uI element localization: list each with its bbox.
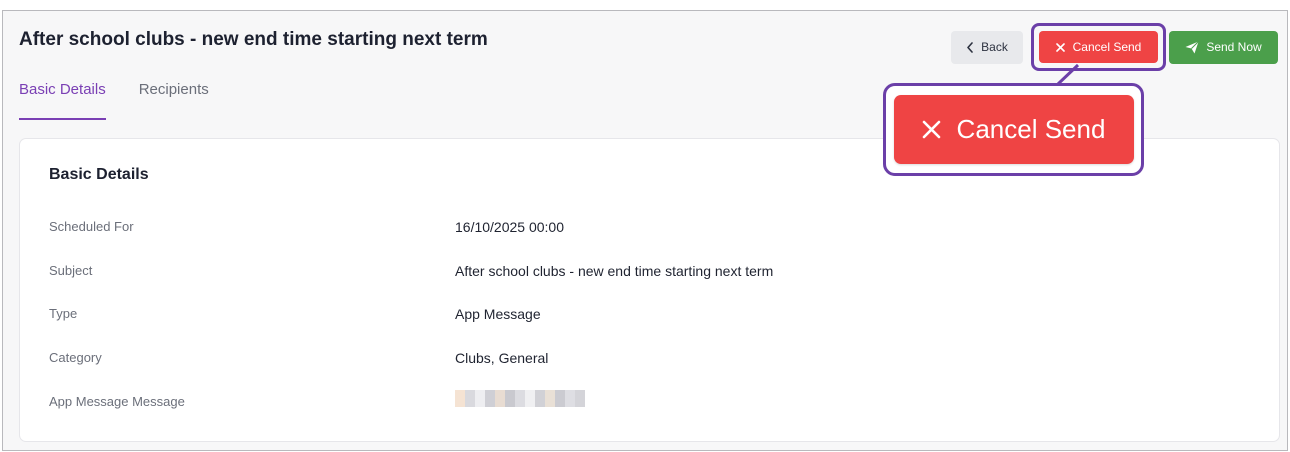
app-window: After school clubs - new end time starti… [2,10,1288,451]
close-icon [922,120,941,139]
back-button[interactable]: Back [951,30,1023,64]
detail-label: Subject [49,263,93,278]
back-button-label: Back [981,40,1008,54]
detail-value: App Message [455,306,541,322]
cancel-send-label: Cancel Send [1072,40,1142,54]
tab-basic-details[interactable]: Basic Details [19,81,106,120]
header-actions: Back Cancel Send Send Now [951,23,1278,71]
detail-value: Clubs, General [455,350,549,366]
card-title: Basic Details [49,166,149,183]
cancel-send-callout: Cancel Send [883,83,1144,176]
callout-cancel-send-button: Cancel Send [893,95,1134,164]
paper-plane-icon [1185,40,1200,54]
close-icon [1055,42,1065,52]
chevron-left-icon [966,41,974,53]
send-now-button[interactable]: Send Now [1169,30,1278,64]
redacted-message-preview [455,390,585,407]
basic-details-card: Basic Details Scheduled For 16/10/2025 0… [19,138,1280,442]
cancel-send-highlight: Cancel Send [1031,23,1166,71]
send-now-label: Send Now [1206,40,1262,54]
callout-label: Cancel Send [956,114,1106,144]
detail-label: Type [49,306,78,321]
page-title: After school clubs - new end time starti… [19,29,488,50]
tab-recipients[interactable]: Recipients [139,81,209,120]
detail-value: After school clubs - new end time starti… [455,263,774,279]
cancel-send-button[interactable]: Cancel Send [1039,31,1158,63]
detail-label: Scheduled For [49,219,134,234]
detail-label: App Message Message [49,394,185,409]
detail-label: Category [49,350,102,365]
detail-value: 16/10/2025 00:00 [455,219,564,235]
tab-bar: Basic Details Recipients [19,81,242,120]
